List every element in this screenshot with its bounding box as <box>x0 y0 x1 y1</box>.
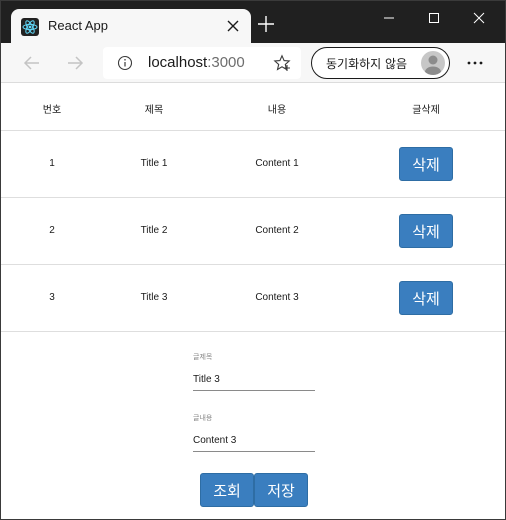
title-field-label: 글제목 <box>193 354 213 361</box>
sync-label: 동기화하지 않음 <box>326 57 408 71</box>
new-tab-icon[interactable] <box>257 15 275 33</box>
maximize-icon[interactable] <box>412 1 456 35</box>
close-tab-icon[interactable] <box>223 16 243 36</box>
react-logo-icon <box>21 18 39 36</box>
row-title: Title 3 <box>140 292 168 303</box>
more-menu-icon[interactable] <box>463 52 487 74</box>
row-number: 3 <box>49 292 55 303</box>
delete-button[interactable]: 삭제 <box>399 214 453 248</box>
content-field-label: 글내용 <box>193 415 213 422</box>
profile-sync-button[interactable]: 동기화하지 않음 <box>311 47 450 79</box>
minimize-icon[interactable] <box>367 1 411 35</box>
browser-window: React App localhost:3000 동기화하지 않음 번호 제목 … <box>0 0 506 520</box>
url-port: :3000 <box>207 54 245 71</box>
content-input[interactable] <box>193 430 315 452</box>
close-window-icon[interactable] <box>457 1 501 35</box>
page-content: 번호 제목 내용 글삭제 1 Title 1 Content 1 삭제 2 Ti… <box>1 83 505 519</box>
table-header: 번호 제목 내용 글삭제 <box>1 83 505 131</box>
row-number: 2 <box>49 225 55 236</box>
browser-toolbar: localhost:3000 동기화하지 않음 <box>1 43 505 83</box>
header-delete: 글삭제 <box>412 105 440 116</box>
row-title: Title 2 <box>140 225 168 236</box>
info-icon[interactable] <box>117 55 133 71</box>
url-host: localhost <box>148 54 208 71</box>
header-content: 내용 <box>267 105 287 116</box>
back-arrow-icon[interactable] <box>21 52 43 74</box>
forward-arrow-icon[interactable] <box>64 52 86 74</box>
delete-button[interactable]: 삭제 <box>399 147 453 181</box>
delete-button[interactable]: 삭제 <box>399 281 453 315</box>
header-title: 제목 <box>144 105 164 116</box>
row-number: 1 <box>49 158 55 169</box>
header-number: 번호 <box>42 105 62 116</box>
table-row: 2 Title 2 Content 2 삭제 <box>1 198 505 265</box>
avatar <box>421 51 445 75</box>
table-row: 1 Title 1 Content 1 삭제 <box>1 131 505 198</box>
title-bar: React App <box>1 1 505 43</box>
row-title: Title 1 <box>140 158 168 169</box>
tab-title: React App <box>48 18 108 33</box>
title-input[interactable] <box>193 369 315 391</box>
row-content: Content 3 <box>255 292 299 303</box>
view-button[interactable]: 조회 <box>200 473 254 507</box>
url-text: localhost:3000 <box>148 54 245 71</box>
row-content: Content 1 <box>255 158 299 169</box>
browser-tab[interactable]: React App <box>11 9 251 43</box>
table-row: 3 Title 3 Content 3 삭제 <box>1 265 505 332</box>
address-bar[interactable]: localhost:3000 <box>103 47 301 79</box>
row-content: Content 2 <box>255 225 299 236</box>
save-button[interactable]: 저장 <box>254 473 308 507</box>
favorite-star-icon[interactable] <box>273 54 291 72</box>
